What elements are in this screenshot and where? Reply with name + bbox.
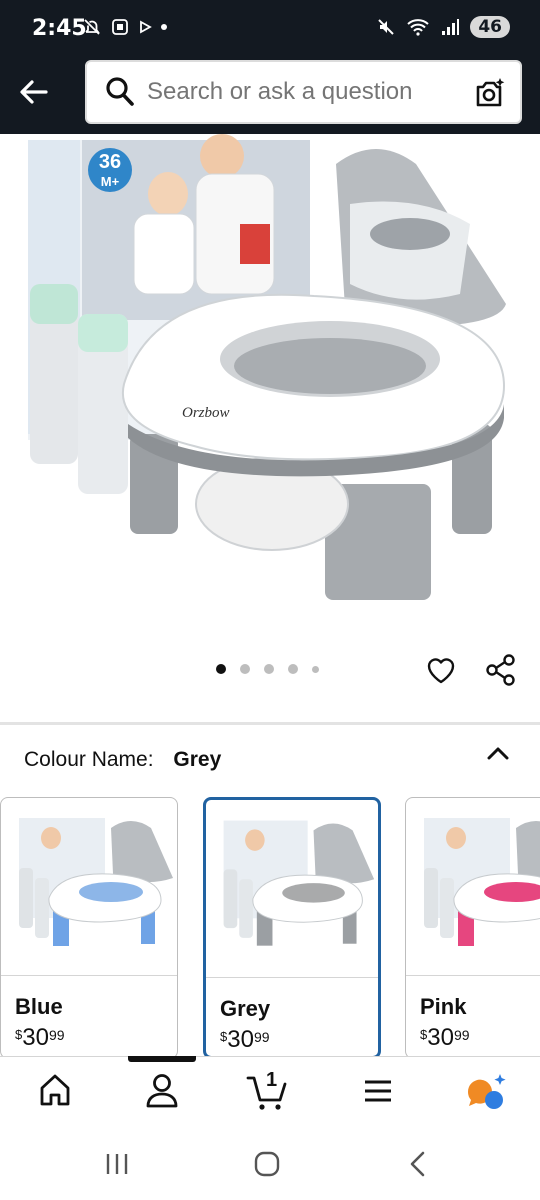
swatch-price: $3099: [420, 1024, 470, 1051]
variation-selected: Grey: [173, 748, 222, 771]
heart-icon[interactable]: [425, 654, 457, 686]
signal-icon: [442, 19, 460, 35]
notifications-off-icon: [84, 19, 100, 35]
pager-dot[interactable]: [312, 665, 319, 673]
pager-dot[interactable]: [264, 664, 274, 674]
share-icon[interactable]: [484, 653, 518, 687]
search-input[interactable]: [147, 78, 467, 106]
search-icon: [106, 77, 134, 106]
camera-lens-icon[interactable]: [472, 76, 506, 110]
pager-dot[interactable]: [216, 664, 226, 674]
pager-dot[interactable]: [240, 664, 250, 674]
gallery-pager[interactable]: [216, 664, 319, 674]
swatch-pink[interactable]: Pink $3099: [405, 797, 540, 1059]
variation-label: Colour Name:: [24, 748, 154, 771]
swatch-name: Grey: [220, 996, 271, 1021]
swatch-grey[interactable]: Grey $3099: [203, 797, 381, 1059]
status-bar: 2:45 46: [0, 0, 540, 56]
home-icon[interactable]: [38, 1072, 72, 1108]
app-header: [0, 56, 540, 134]
variation-header: Colour Name: Grey: [24, 748, 221, 772]
section-divider: [0, 722, 540, 725]
home-nav-icon[interactable]: [254, 1151, 280, 1177]
age-badge-top: 36: [99, 151, 121, 173]
swatch-blue[interactable]: Blue $3099: [0, 797, 178, 1059]
swatch-thumbnail: [1, 798, 177, 976]
product-image-gallery[interactable]: 36 M+ Orzbow: [0, 134, 540, 724]
chevron-up-icon[interactable]: [484, 740, 512, 768]
pager-dot[interactable]: [288, 664, 298, 674]
battery-level: 46: [470, 16, 510, 38]
play-icon: [140, 20, 152, 34]
swatch-price: $3099: [220, 1026, 270, 1053]
screenshot-icon: [112, 19, 128, 35]
wifi-icon: [407, 19, 429, 36]
back-nav-icon[interactable]: [408, 1151, 428, 1177]
product-image: 36 M+ Orzbow: [28, 134, 506, 600]
account-icon[interactable]: [144, 1072, 180, 1110]
age-badge-bottom: M+: [101, 174, 120, 189]
active-tab-indicator: [128, 1056, 196, 1062]
swatch-name: Blue: [15, 994, 63, 1019]
menu-icon[interactable]: [362, 1078, 394, 1104]
assistant-icon[interactable]: [464, 1072, 508, 1112]
search-bar[interactable]: [85, 60, 522, 124]
mute-icon: [378, 19, 395, 35]
status-time: 2:45: [32, 16, 87, 41]
back-arrow-icon[interactable]: [16, 74, 52, 110]
swatch-name: Pink: [420, 994, 467, 1019]
swatch-thumbnail: [206, 800, 378, 978]
cart-count: 1: [266, 1069, 278, 1091]
swatch-price: $3099: [15, 1024, 65, 1051]
dot-icon: [161, 24, 167, 30]
swatch-thumbnail: [406, 798, 540, 976]
recents-icon[interactable]: [104, 1152, 130, 1176]
brand-logo: Orzbow: [182, 405, 230, 421]
system-nav-bar: [0, 1132, 540, 1200]
